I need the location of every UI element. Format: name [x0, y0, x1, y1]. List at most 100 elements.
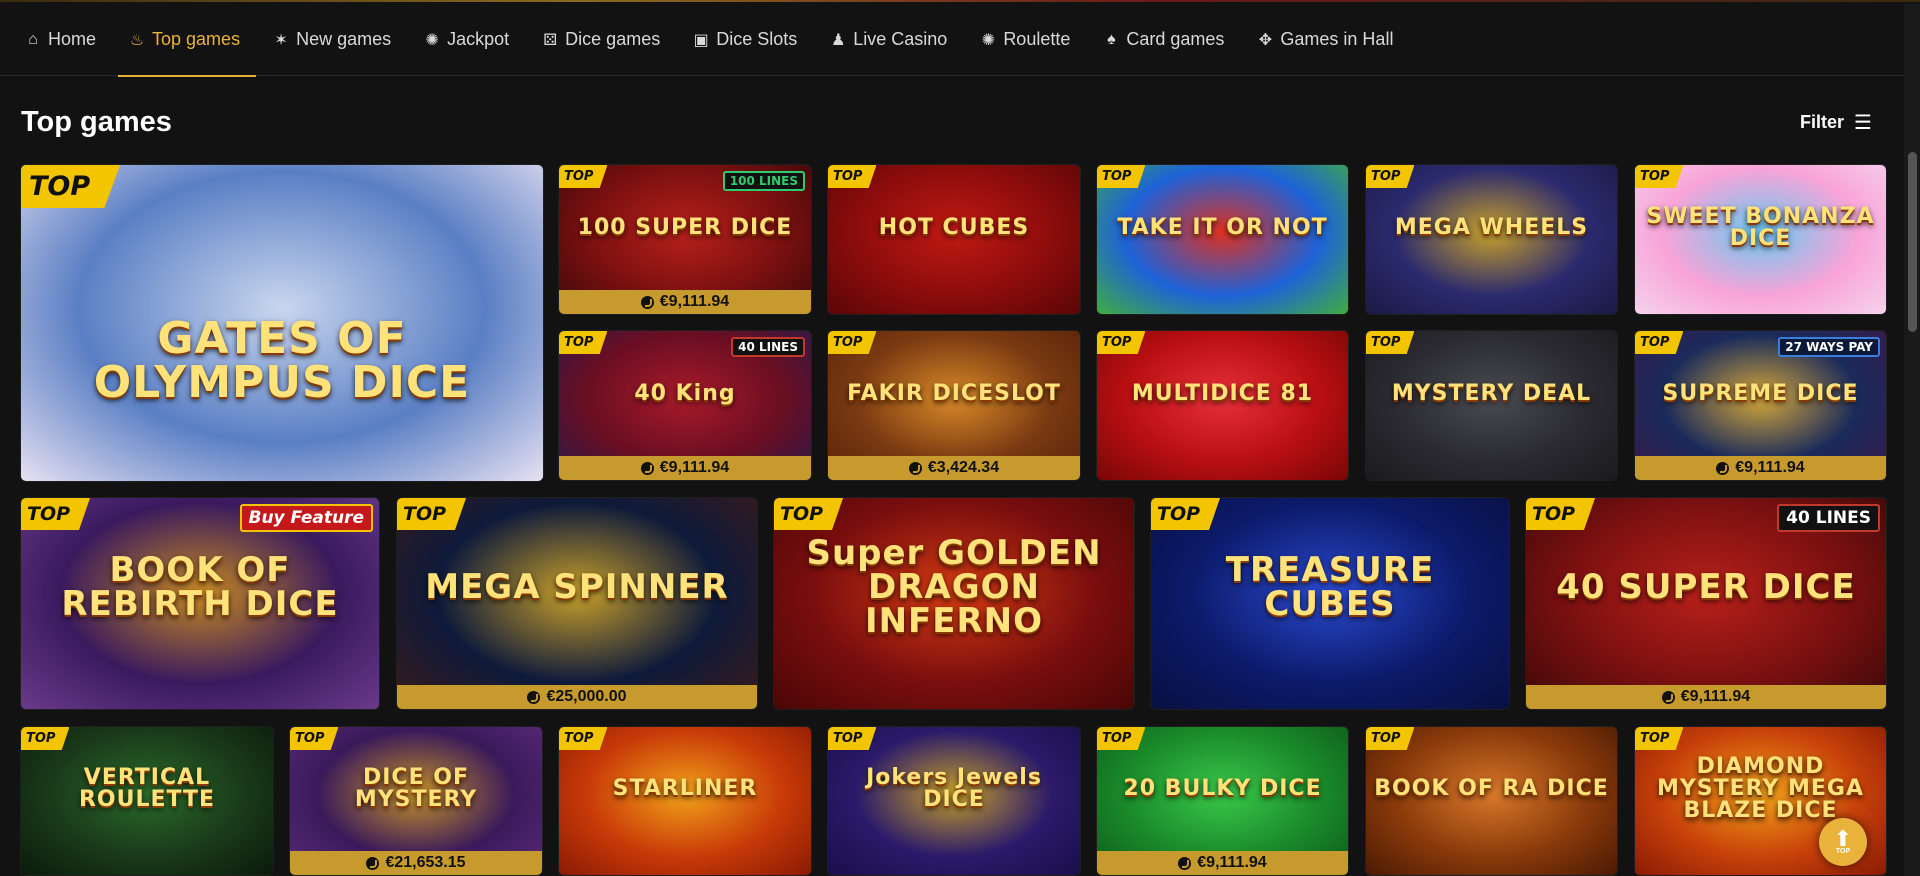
jackpot-bar: €3,424.34 — [828, 456, 1080, 480]
filter-button[interactable]: Filter ☰ — [1800, 110, 1872, 135]
jackpot-coin-icon — [640, 295, 654, 309]
nav-item-games-in-hall[interactable]: ✥ Games in Hall — [1240, 4, 1409, 76]
jackpot-bar: €9,111.94 — [559, 456, 811, 480]
game-tile[interactable]: 40 SUPER DICE TOP 40 LINES €9,111.94 — [1525, 497, 1887, 710]
feature-tag: 27 WAYS PAY — [1778, 337, 1880, 357]
nav-item-roulette[interactable]: ✺ Roulette — [963, 4, 1086, 76]
game-tile[interactable]: MYSTERY DEAL TOP — [1365, 330, 1618, 481]
nav-item-label: Dice Slots — [716, 29, 798, 49]
move-arrows-icon: ✥ — [1258, 31, 1273, 49]
jackpot-bar: €9,111.94 — [1526, 685, 1886, 709]
top-badge: TOP — [1097, 727, 1146, 750]
jackpot-chip-icon: ✺ — [425, 31, 439, 49]
game-title: SWEET BONANZA DICE — [1646, 203, 1875, 251]
jackpot-amount: €3,424.34 — [927, 459, 1000, 476]
scrollbar-thumb[interactable] — [1908, 152, 1917, 332]
top-badge: TOP — [828, 727, 877, 750]
person-icon: ♟ — [831, 31, 846, 49]
nav-item-dice-games[interactable]: ⚄ Dice games — [525, 4, 676, 76]
game-tile[interactable]: 20 BULKY DICE TOP €9,111.94 — [1096, 726, 1349, 876]
jackpot-amount: €25,000.00 — [546, 688, 627, 705]
cards-icon: ♠ — [1107, 30, 1116, 48]
dice-icon: ⚄ — [543, 31, 558, 49]
roulette-icon: ✺ — [981, 31, 996, 49]
back-to-top-button[interactable]: ⬆ TOP — [1819, 818, 1867, 866]
game-tile[interactable]: 40 King TOP 40 LINES €9,111.94 — [558, 330, 812, 481]
game-title: MEGA SPINNER — [425, 566, 729, 607]
game-tile[interactable]: VERTICAL ROULETTE TOP — [20, 726, 274, 876]
game-tile[interactable]: SUPREME DICE TOP 27 WAYS PAY €9,111.94 — [1634, 330, 1887, 481]
jackpot-coin-icon — [1178, 856, 1192, 870]
game-tile[interactable]: GATES OF OLYMPUS DICE TOP — [20, 164, 544, 482]
nav-item-label: Jackpot — [447, 29, 510, 49]
top-badge: TOP — [21, 498, 91, 530]
top-badge: TOP — [290, 727, 339, 750]
game-title: Super GOLDEN DRAGON INFERNO — [806, 532, 1102, 641]
feature-tag: 100 LINES — [722, 171, 805, 191]
top-badge: TOP — [1526, 498, 1596, 530]
game-tile[interactable]: BOOK OF REBIRTH DICE TOP Buy Feature — [20, 497, 380, 710]
nav-item-dice-slots[interactable]: ▣ Dice Slots — [676, 4, 813, 76]
game-tile[interactable]: Super GOLDEN DRAGON INFERNO TOP — [773, 497, 1135, 710]
game-title: 100 SUPER DICE — [577, 214, 793, 240]
game-tile[interactable]: TREASURE CUBES TOP — [1150, 497, 1510, 710]
top-badge: TOP — [1635, 331, 1684, 354]
game-title: Jokers Jewels DICE — [866, 765, 1042, 813]
game-tile[interactable]: FAKIR DICESLOT TOP €3,424.34 — [827, 330, 1081, 481]
game-title: HOT CUBES — [878, 214, 1030, 240]
nav-item-live-casino[interactable]: ♟ Live Casino — [813, 4, 963, 76]
game-title: FAKIR DICESLOT — [847, 380, 1061, 406]
game-tile[interactable]: MULTIDICE 81 TOP — [1096, 330, 1349, 481]
new-badge-icon: ✶ — [274, 31, 288, 49]
feature-tag: 40 LINES — [731, 337, 805, 357]
game-tile[interactable]: STARLINER TOP — [558, 726, 812, 876]
game-title: DICE OF MYSTERY — [354, 765, 478, 813]
sliders-icon: ☰ — [1854, 112, 1872, 134]
flame-icon: ♨ — [129, 31, 145, 49]
jackpot-bar: €9,111.94 — [1635, 456, 1886, 480]
game-tile[interactable]: BOOK OF RA DICE TOP — [1365, 726, 1618, 876]
nav-item-label: Live Casino — [853, 29, 948, 49]
game-tile[interactable]: DICE OF MYSTERY TOP €21,653.15 — [289, 726, 543, 876]
game-title: GATES OF OLYMPUS DICE — [93, 312, 471, 408]
jackpot-bar: €9,111.94 — [559, 290, 811, 314]
scrollbar[interactable] — [1904, 4, 1920, 876]
nav-item-new-games[interactable]: ✶ New games — [256, 4, 407, 76]
nav-item-card-games[interactable]: ♠ Card games — [1086, 4, 1240, 76]
nav-item-label: Dice games — [565, 29, 661, 49]
top-badge: TOP — [1097, 165, 1146, 188]
filter-label: Filter — [1800, 112, 1845, 132]
game-tile[interactable]: MEGA SPINNER TOP €25,000.00 — [396, 497, 758, 710]
game-title: DIAMOND MYSTERY MEGA BLAZE DICE — [1656, 754, 1865, 824]
nav-item-jackpot[interactable]: ✺ Jackpot — [407, 4, 525, 76]
top-badge: TOP — [1366, 165, 1415, 188]
game-tile[interactable]: 100 SUPER DICE TOP 100 LINES €9,111.94 — [558, 164, 812, 315]
top-badge: TOP — [559, 331, 608, 354]
nav-item-label: Roulette — [1003, 29, 1071, 49]
top-accent-line — [0, 0, 1920, 2]
game-title: MEGA WHEELS — [1394, 214, 1589, 240]
nav-item-label: Top games — [152, 29, 241, 49]
top-badge: TOP — [559, 165, 608, 188]
game-tile[interactable]: HOT CUBES TOP — [827, 164, 1081, 315]
game-title: MYSTERY DEAL — [1391, 380, 1592, 406]
arrow-up-icon: ⬆ — [1833, 825, 1853, 851]
jackpot-amount: €9,111.94 — [659, 293, 730, 310]
top-badge: TOP — [1635, 165, 1684, 188]
game-title: 20 BULKY DICE — [1123, 776, 1322, 802]
top-badge: TOP — [397, 498, 467, 530]
game-tile[interactable]: TAKE IT OR NOT TOP — [1096, 164, 1349, 315]
top-badge: TOP — [1151, 498, 1221, 530]
nav-item-home[interactable]: ⌂ Home — [8, 4, 112, 76]
game-tile[interactable]: Jokers Jewels DICE TOP — [827, 726, 1081, 876]
game-title: BOOK OF REBIRTH DICE — [61, 549, 339, 624]
jackpot-bar: €25,000.00 — [397, 685, 757, 709]
nav-item-label: New games — [296, 29, 392, 49]
game-tile[interactable]: SWEET BONANZA DICE TOP — [1634, 164, 1887, 315]
top-badge: TOP — [1635, 727, 1684, 750]
game-tile[interactable]: MEGA WHEELS TOP — [1365, 164, 1618, 315]
back-to-top-label: TOP — [1835, 847, 1851, 855]
nav-item-top-games[interactable]: ♨ Top games — [112, 4, 257, 77]
game-title: 40 SUPER DICE — [1556, 566, 1856, 607]
feature-tag: 40 LINES — [1777, 504, 1880, 532]
